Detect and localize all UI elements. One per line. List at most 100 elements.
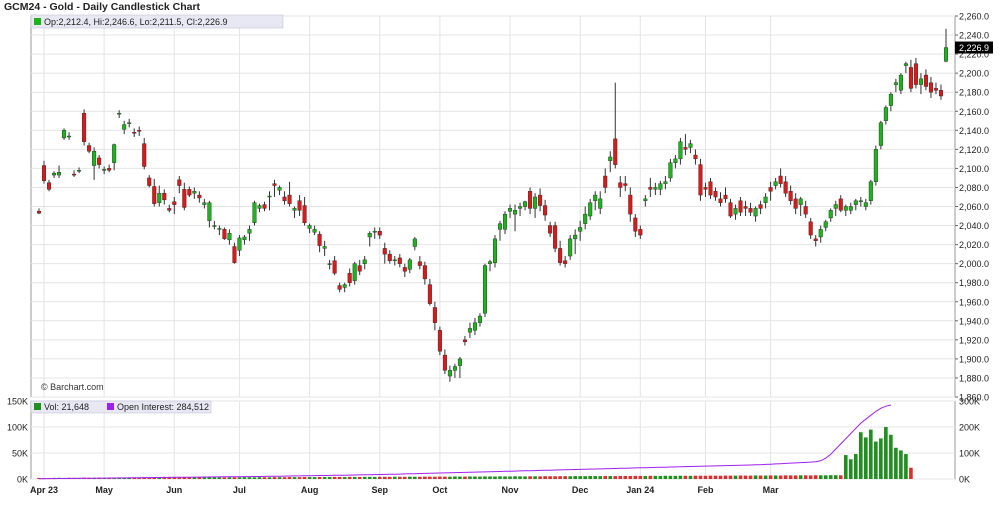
candle-body	[718, 198, 723, 203]
candle-body	[152, 186, 157, 204]
candle-body	[42, 165, 47, 181]
candle-body	[352, 263, 357, 281]
x-tick-label: Feb	[697, 485, 714, 495]
volume-bar	[843, 455, 848, 479]
ohlc-legend-text: Op:2,212.4, Hi:2,246.6, Lo:2,211.5, Cl:2…	[44, 17, 227, 27]
volume-bar	[743, 475, 748, 479]
volume-bar	[443, 476, 447, 479]
candle-body	[513, 210, 518, 215]
volume-bar	[342, 477, 347, 479]
volume-bar	[869, 429, 873, 479]
volume-bar	[382, 476, 387, 479]
volume-bar	[628, 476, 633, 479]
volume-bar	[483, 476, 487, 479]
candle-body	[227, 232, 232, 241]
candle-body	[82, 112, 87, 142]
volume-tick-label: 150K	[7, 397, 28, 407]
volume-bar	[864, 437, 868, 479]
volume-bar	[242, 477, 247, 479]
volume-bar	[838, 475, 843, 479]
candle-body	[92, 151, 97, 166]
candle-body	[67, 135, 72, 138]
price-tick-label: 1,980.0	[959, 278, 989, 288]
price-tick-label: 1,920.0	[959, 335, 989, 345]
volume-bar	[573, 476, 577, 479]
candle-body	[608, 156, 613, 161]
volume-bar	[177, 477, 182, 479]
volume-bar	[222, 477, 227, 479]
price-tick-label: 2,080.0	[959, 183, 989, 193]
volume-bar	[818, 475, 823, 479]
x-tick-label: Aug	[301, 485, 319, 495]
candle-body	[538, 194, 543, 206]
volume-bar	[828, 475, 833, 479]
volume-bar	[713, 475, 718, 479]
price-tick-label: 1,900.0	[959, 354, 989, 364]
candle-body	[472, 322, 477, 331]
volume-bar	[518, 476, 522, 479]
volume-bar	[418, 476, 422, 479]
volume-bar	[538, 476, 542, 479]
volume-bar	[232, 477, 237, 479]
candle-body	[528, 191, 533, 209]
volume-bar	[252, 477, 257, 479]
volume-bar	[513, 476, 517, 479]
candle-body	[97, 157, 102, 165]
volume-bar	[558, 476, 562, 479]
candle-body	[833, 204, 838, 209]
x-tick-label: Jan 24	[626, 485, 654, 495]
volume-bar	[858, 432, 863, 479]
volume-bar	[823, 475, 828, 479]
volume-bar	[648, 475, 653, 479]
candle-body	[157, 192, 162, 203]
volume-bar	[428, 476, 432, 479]
candle-body	[167, 208, 172, 211]
price-tick-label: 2,260.0	[959, 12, 989, 22]
volume-bar	[633, 475, 638, 479]
candle-body	[272, 183, 277, 186]
volume-bar	[723, 475, 728, 479]
volume-bar	[578, 476, 582, 479]
oi-tick-label: 100K	[959, 449, 980, 459]
price-tick-label: 2,160.0	[959, 107, 989, 117]
candle-body	[257, 205, 262, 209]
candle-body	[523, 201, 528, 207]
volume-bar	[718, 475, 723, 479]
oi-tick-label: 300K	[959, 397, 980, 407]
candle-body	[367, 232, 372, 238]
volume-bar	[227, 477, 232, 479]
x-tick-label: Oct	[432, 485, 447, 495]
volume-bar	[332, 476, 337, 479]
volume-bar	[503, 476, 507, 479]
volume-bar	[733, 475, 738, 479]
candle-body	[588, 202, 593, 217]
candle-body	[888, 93, 893, 106]
volume-bar	[237, 477, 242, 479]
volume-bar	[212, 477, 217, 479]
price-tick-label: 1,940.0	[959, 316, 989, 326]
candle-body	[883, 107, 888, 121]
volume-bar	[247, 477, 252, 479]
volume-bar	[372, 476, 377, 479]
candle-body	[723, 194, 728, 200]
candle-body	[573, 234, 578, 240]
volume-bar	[793, 475, 798, 479]
volume-bar	[408, 476, 412, 479]
candle-body	[808, 221, 813, 236]
candle-body	[898, 74, 903, 91]
candle-body	[763, 196, 768, 203]
oi-legend-text: Open Interest: 284,512	[117, 402, 209, 412]
volume-bar	[698, 475, 703, 479]
candle-body	[277, 187, 282, 191]
candle-body	[47, 182, 52, 190]
x-tick-label: Jul	[233, 485, 246, 495]
candle-body	[923, 74, 928, 87]
volume-bar	[508, 476, 512, 479]
volume-bar	[533, 476, 537, 479]
candle-body	[593, 194, 598, 201]
candle-body	[447, 370, 452, 377]
candle-body	[112, 144, 117, 163]
candle-body	[442, 354, 447, 371]
candle-body	[553, 225, 558, 249]
candle-body	[322, 246, 327, 249]
